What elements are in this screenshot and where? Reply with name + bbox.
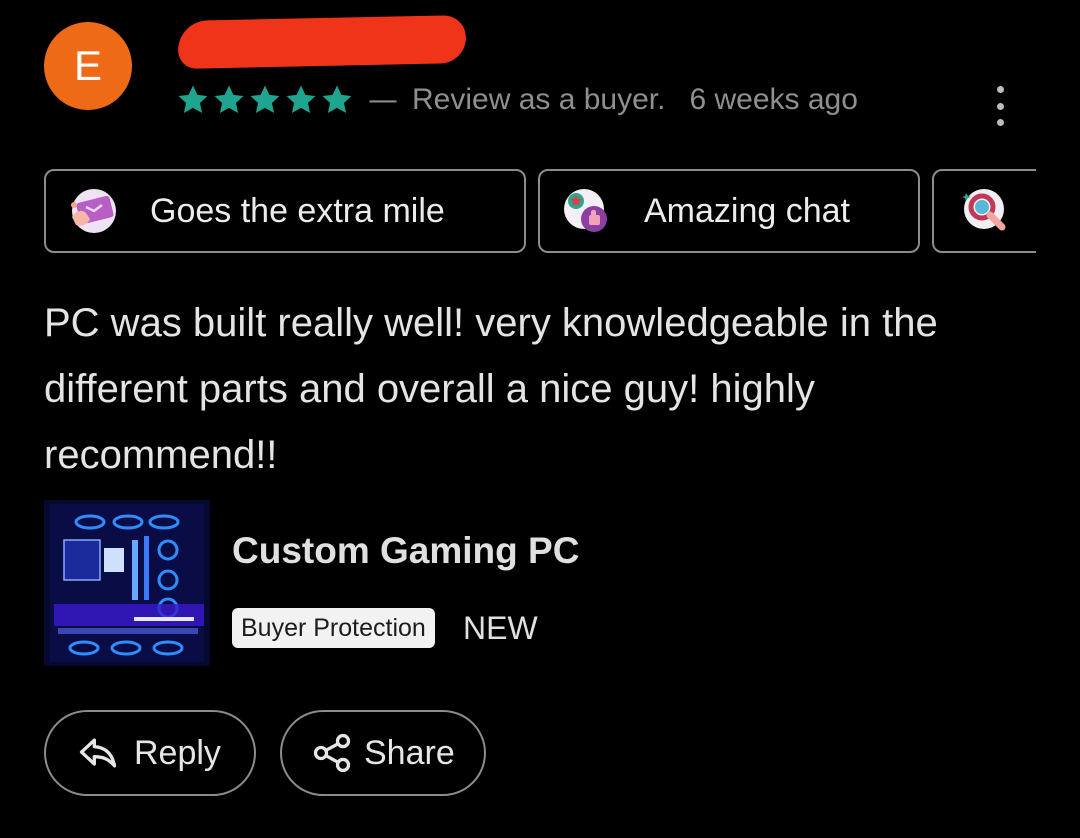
amazing-chat-icon [564,189,607,232]
review-meta: — Review as a buyer. 6 weeks ago [176,80,858,120]
share-label: Share [364,733,455,772]
reply-label: Reply [134,733,221,772]
share-button[interactable]: Share [280,710,486,796]
product-thumbnail[interactable] [44,500,210,666]
redacted-username [177,14,467,70]
product-condition: NEW [463,610,538,646]
reviewer-avatar[interactable]: E [44,22,132,110]
star-icon [176,83,210,117]
avatar-initial: E [73,42,102,89]
review-text: PC was built really well! very knowledge… [44,301,938,477]
more-options-icon[interactable] [988,86,1012,126]
star-icon [212,83,246,117]
review-time: 6 weeks ago [689,83,858,116]
buyer-protection-badge: Buyer Protection [232,608,435,648]
pc-image [44,500,210,666]
extra-mile-icon [71,189,116,233]
review-tags: Goes the extra mile Amazing chat [44,169,1036,257]
star-icon [284,83,318,117]
meta-separator: — [368,82,398,118]
tag-label: Goes the extra mile [150,191,445,230]
tag-goes-extra-mile: Goes the extra mile [44,169,526,253]
review-type: Review as a buyer. [412,83,666,116]
tag-partial [932,169,1036,253]
star-rating [176,83,354,117]
product-title[interactable]: Custom Gaming PC [232,530,579,572]
magnifier-icon [962,189,1006,231]
reply-button[interactable]: Reply [44,710,256,796]
share-icon [313,733,351,773]
reply-icon [79,738,117,768]
star-icon [248,83,282,117]
star-icon [320,83,354,117]
tag-label: Amazing chat [644,191,850,230]
tag-amazing-chat: Amazing chat [538,169,920,253]
